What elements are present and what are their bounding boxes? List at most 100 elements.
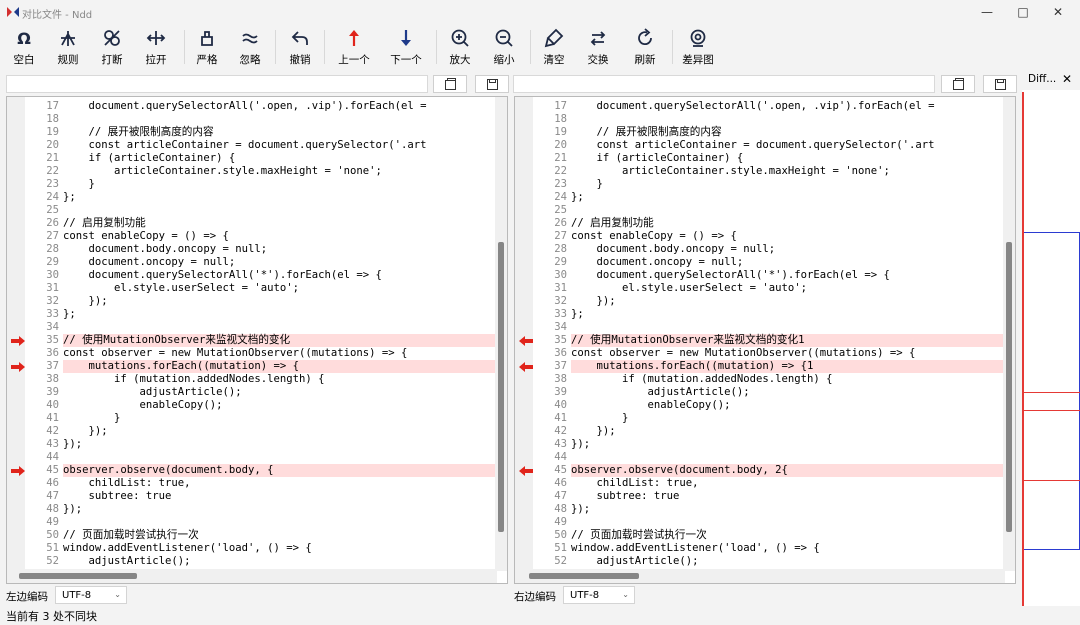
code-line[interactable]: 50 // 页面加载时尝试执行一次 [515,529,1003,542]
right-editor[interactable]: 17 document.querySelectorAll('.open, .vi… [514,96,1016,584]
code-line[interactable]: 19 // 展开被限制高度的内容 [515,126,1003,139]
left-horizontal-scroll-thumb[interactable] [19,573,137,579]
diff-marker-left-arrow-icon[interactable] [519,362,533,372]
toolbar-button-clear[interactable]: 清空 [532,24,576,70]
code-line[interactable]: 27 const enableCopy = () => { [7,230,495,243]
code-line[interactable]: 43}); [515,438,1003,451]
diff-line[interactable]: 45 observer.observe(document.body, { [7,464,495,477]
diff-marker-right-arrow-icon[interactable] [11,362,25,372]
code-line[interactable]: 25 [7,204,495,217]
toolbar-button-swap[interactable]: 交换 [576,24,620,70]
code-line[interactable]: 30 document.querySelectorAll('*').forEac… [7,269,495,282]
toolbar-button-zoom-out[interactable]: 缩小 [482,24,526,70]
toolbar-button-omega[interactable]: Ω 空白 [2,24,46,70]
left-path-input[interactable] [6,75,428,93]
code-line[interactable]: 48}); [515,503,1003,516]
code-line[interactable]: 44 [7,451,495,464]
toolbar-button-undo[interactable]: 撤销 [278,24,322,70]
code-line[interactable]: 52 adjustArticle(); [515,555,1003,568]
diff-marker-right-arrow-icon[interactable] [11,466,25,476]
right-open-button[interactable] [941,75,975,93]
code-line[interactable]: 30 document.querySelectorAll('*').forEac… [515,269,1003,282]
code-line[interactable]: 38 if (mutation.addedNodes.length) { [7,373,495,386]
left-open-button[interactable] [433,75,467,93]
code-line[interactable]: 34 [7,321,495,334]
code-line[interactable]: 23 } [515,178,1003,191]
right-path-input[interactable] [513,75,935,93]
toolbar-button-arrow-up[interactable]: 上一个 [332,24,376,70]
left-vertical-scrollbar[interactable] [495,97,507,571]
code-line[interactable]: 52 adjustArticle(); [7,555,495,568]
code-line[interactable]: 27 const enableCopy = () => { [515,230,1003,243]
code-line[interactable]: 22 articleContainer.style.maxHeight = 'n… [7,165,495,178]
diff-marker-right-arrow-icon[interactable] [11,336,25,346]
toolbar-button-ignore[interactable]: 忽略 [228,24,272,70]
code-line[interactable]: 24}; [515,191,1003,204]
code-line[interactable]: 28 document.body.oncopy = null; [7,243,495,256]
code-line[interactable]: 17 document.querySelectorAll('.open, .vi… [7,100,495,113]
toolbar-button-refresh[interactable]: 刷新 [623,24,667,70]
toolbar-button-diff-map[interactable]: 差异图 [676,24,720,70]
code-line[interactable]: 34 [515,321,1003,334]
code-line[interactable]: 26 // 启用复制功能 [515,217,1003,230]
toolbar-button-rule[interactable]: 规则 [46,24,90,70]
code-line[interactable]: 39 adjustArticle(); [7,386,495,399]
left-editor[interactable]: 17 document.querySelectorAll('.open, .vi… [6,96,508,584]
code-line[interactable]: 24}; [7,191,495,204]
code-line[interactable]: 21 if (articleContainer) { [515,152,1003,165]
diff-marker-left-arrow-icon[interactable] [519,466,533,476]
diff-panel-close-button[interactable]: ✕ [1062,72,1072,86]
code-line[interactable]: 40 enableCopy(); [7,399,495,412]
code-line[interactable]: 51 window.addEventListener('load', () => … [515,542,1003,555]
left-horizontal-scrollbar[interactable] [7,569,497,583]
code-line[interactable]: 49 [7,516,495,529]
toolbar-button-expand[interactable]: 拉开 [134,24,178,70]
code-line[interactable]: 23 } [7,178,495,191]
code-line[interactable]: 20 const articleContainer = document.que… [7,139,495,152]
code-line[interactable]: 50 // 页面加载时尝试执行一次 [7,529,495,542]
code-line[interactable]: 18 [7,113,495,126]
code-line[interactable]: 40 enableCopy(); [515,399,1003,412]
code-line[interactable]: 42 }); [515,425,1003,438]
diff-line[interactable]: 37 mutations.forEach((mutation) => {1 [515,360,1003,373]
diff-map[interactable] [1022,92,1080,606]
left-vertical-scroll-thumb[interactable] [498,242,504,532]
code-line[interactable]: 49 [515,516,1003,529]
code-line[interactable]: 22 articleContainer.style.maxHeight = 'n… [515,165,1003,178]
code-line[interactable]: 51 window.addEventListener('load', () => … [7,542,495,555]
code-line[interactable]: 18 [515,113,1003,126]
code-line[interactable]: 19 // 展开被限制高度的内容 [7,126,495,139]
diff-line[interactable]: 35 // 使用MutationObserver来监视文档的变化 [7,334,495,347]
diff-line[interactable]: 45 observer.observe(document.body, 2{ [515,464,1003,477]
code-line[interactable]: 39 adjustArticle(); [515,386,1003,399]
code-line[interactable]: 38 if (mutation.addedNodes.length) { [515,373,1003,386]
code-line[interactable]: 20 const articleContainer = document.que… [515,139,1003,152]
toolbar-button-strict[interactable]: 严格 [185,24,229,70]
code-line[interactable]: 43}); [7,438,495,451]
code-line[interactable]: 17 document.querySelectorAll('.open, .vi… [515,100,1003,113]
code-line[interactable]: 33}; [7,308,495,321]
code-line[interactable]: 29 document.oncopy = null; [7,256,495,269]
right-vertical-scrollbar[interactable] [1003,97,1015,571]
code-line[interactable]: 41 } [7,412,495,425]
code-line[interactable]: 48}); [7,503,495,516]
toolbar-button-break[interactable]: 打断 [90,24,134,70]
code-line[interactable]: 32 }); [7,295,495,308]
code-line[interactable]: 36 const observer = new MutationObserver(… [515,347,1003,360]
diff-line[interactable]: 37 mutations.forEach((mutation) => { [7,360,495,373]
diff-map-viewport[interactable] [1024,232,1080,550]
code-line[interactable]: 32 }); [515,295,1003,308]
code-line[interactable]: 21 if (articleContainer) { [7,152,495,165]
left-encoding-select[interactable]: UTF-8 ⌄ [55,586,127,604]
code-line[interactable]: 31 el.style.userSelect = 'auto'; [7,282,495,295]
code-line[interactable]: 42 }); [7,425,495,438]
code-line[interactable]: 25 [515,204,1003,217]
toolbar-button-zoom-in[interactable]: 放大 [438,24,482,70]
right-horizontal-scrollbar[interactable] [515,569,1005,583]
code-line[interactable]: 41 } [515,412,1003,425]
code-line[interactable]: 47 subtree: true [515,490,1003,503]
code-line[interactable]: 31 el.style.userSelect = 'auto'; [515,282,1003,295]
code-line[interactable]: 46 childList: true, [7,477,495,490]
right-encoding-select[interactable]: UTF-8 ⌄ [563,586,635,604]
code-line[interactable]: 44 [515,451,1003,464]
